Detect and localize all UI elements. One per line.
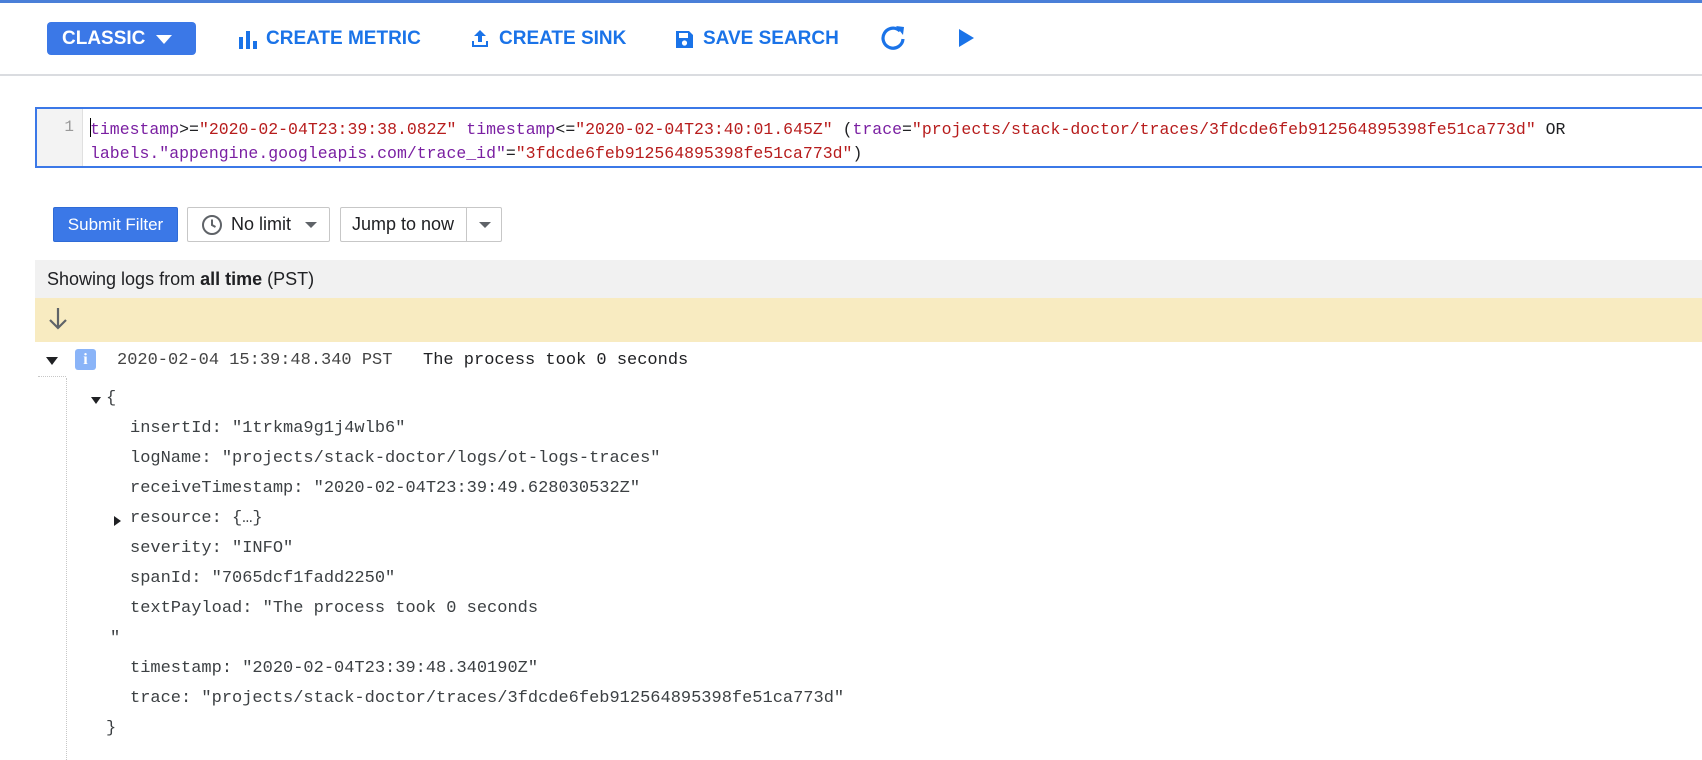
query-token: "2020-02-04T23:40:01.645Z" <box>575 120 833 139</box>
query-token: timestamp <box>466 120 556 139</box>
field-span-id[interactable]: spanId: "7065dcf1fadd2250" <box>130 569 395 588</box>
log-message: The process took 0 seconds <box>423 351 689 370</box>
query-line-2: labels."appengine.googleapis.com/trace_i… <box>90 142 1565 166</box>
jump-to-now-button[interactable]: Jump to now <box>340 207 502 242</box>
field-resource[interactable]: resource: {…} <box>130 509 263 528</box>
upload-icon <box>472 30 488 47</box>
create-metric-button[interactable]: CREATE METRIC <box>238 25 421 53</box>
query-token: ) <box>852 144 863 163</box>
play-icon <box>959 29 974 47</box>
field-text-payload[interactable]: textPayload: "The process took 0 seconds <box>130 599 538 618</box>
payload-open-brace: { <box>106 389 117 408</box>
status-prefix: Showing logs from <box>47 268 196 289</box>
query-token: = <box>902 120 912 139</box>
submit-filter-button[interactable]: Submit Filter <box>53 207 178 242</box>
query-token: OR <box>1535 120 1566 139</box>
time-limit-dropdown[interactable]: No limit <box>187 207 330 242</box>
query-line-1: timestamp>="2020-02-04T23:39:38.082Z" ti… <box>90 118 1565 142</box>
query-token: "2020-02-04T23:39:38.082Z" <box>198 120 457 139</box>
button-divider <box>466 208 467 241</box>
arrow-down-icon[interactable] <box>47 306 69 332</box>
query-token: <= <box>555 120 576 139</box>
field-receive-timestamp[interactable]: receiveTimestamp: "2020-02-04T23:39:49.6… <box>130 479 640 498</box>
jump-to-now-label: Jump to now <box>352 214 455 234</box>
info-severity-icon: i <box>75 349 96 370</box>
query-token: "projects/stack-doctor/traces/3fdcde6feb… <box>911 120 1536 139</box>
query-token: >= <box>179 120 199 139</box>
query-token: trace <box>852 120 903 139</box>
bar-chart-icon <box>239 31 257 49</box>
save-search-button[interactable]: SAVE SEARCH <box>674 25 839 53</box>
view-mode-label: CLASSIC <box>62 27 146 49</box>
refresh-icon <box>881 26 905 50</box>
query-token <box>456 120 466 139</box>
collapse-arrow-icon[interactable] <box>46 357 58 365</box>
save-search-label: SAVE SEARCH <box>703 28 839 49</box>
time-limit-label: No limit <box>231 214 292 234</box>
query-token: "3fdcde6feb912564895398fe51ca773d" <box>515 144 853 163</box>
query-token: timestamp <box>90 120 180 139</box>
log-range-status: Showing logs from all time (PST) <box>35 260 1702 298</box>
jump-options-chevron-icon[interactable] <box>479 222 491 228</box>
save-icon <box>676 30 693 48</box>
clock-icon <box>202 214 222 235</box>
query-token: = <box>505 144 516 163</box>
status-timezone: (PST) <box>267 268 315 289</box>
submit-filter-label: Submit Filter <box>67 214 164 234</box>
field-log-name[interactable]: logName: "projects/stack-doctor/logs/ot-… <box>130 449 661 468</box>
load-older-banner <box>35 298 1702 342</box>
line-number-gutter: 1 <box>37 109 83 166</box>
stream-logs-button[interactable] <box>954 23 984 53</box>
payload-close-brace: } <box>106 719 117 738</box>
toolbar: CLASSIC CREATE METRIC CREATE SINK SAVE S… <box>0 3 1702 76</box>
status-range: all time <box>200 268 263 289</box>
log-timestamp: 2020-02-04 15:39:48.340 PST <box>117 351 393 370</box>
create-sink-label: CREATE SINK <box>499 28 627 49</box>
field-text-payload-end: " <box>110 629 121 648</box>
field-severity[interactable]: severity: "INFO" <box>130 539 293 558</box>
chevron-down-icon <box>156 35 172 44</box>
tree-guide-line <box>66 378 67 760</box>
refresh-button[interactable] <box>878 23 908 53</box>
query-editor[interactable]: 1 timestamp>="2020-02-04T23:39:38.082Z" … <box>35 107 1702 168</box>
chevron-down-icon <box>305 221 318 228</box>
line-number: 1 <box>64 118 74 136</box>
create-metric-label: CREATE METRIC <box>266 28 421 49</box>
field-insert-id[interactable]: insertId: "1trkma9g1j4wlb6" <box>130 419 405 438</box>
create-sink-button[interactable]: CREATE SINK <box>469 25 626 53</box>
query-text[interactable]: timestamp>="2020-02-04T23:39:38.082Z" ti… <box>90 118 1565 166</box>
field-timestamp[interactable]: timestamp: "2020-02-04T23:39:48.340190Z" <box>130 659 538 678</box>
field-trace[interactable]: trace: "projects/stack-doctor/traces/3fd… <box>130 689 844 708</box>
expand-resource-icon[interactable] <box>114 516 121 526</box>
query-token: ( <box>832 120 853 139</box>
collapse-payload-icon[interactable] <box>91 397 101 404</box>
view-mode-dropdown[interactable]: CLASSIC <box>47 22 196 55</box>
tree-connector <box>38 376 66 377</box>
query-token: labels."appengine.googleapis.com/trace_i… <box>90 144 506 163</box>
